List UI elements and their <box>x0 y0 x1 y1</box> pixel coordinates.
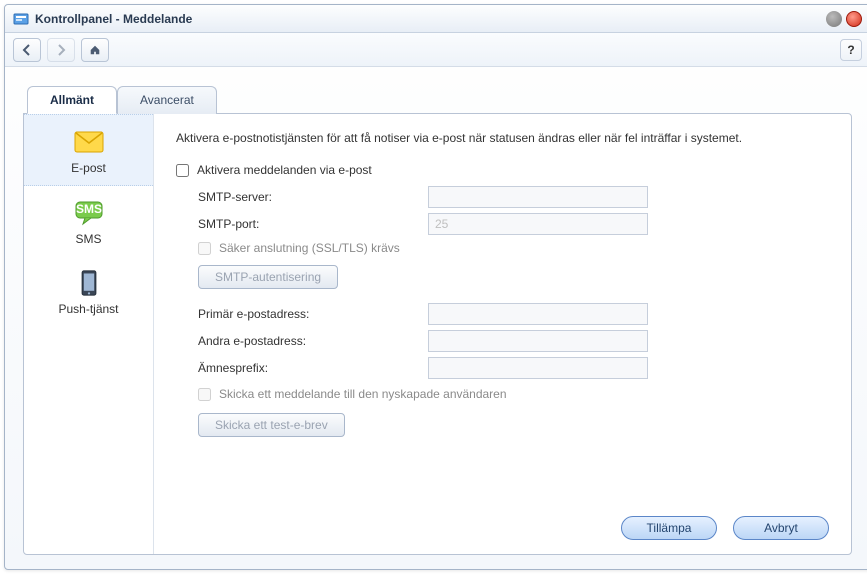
primary-email-input[interactable] <box>428 303 648 325</box>
subject-prefix-label: Ämnesprefix: <box>198 361 428 375</box>
toolbar: ? <box>5 33 867 67</box>
forward-button[interactable] <box>47 38 75 62</box>
panel: E-post SMS SMS <box>23 113 852 555</box>
minimize-button[interactable] <box>826 11 842 27</box>
close-button[interactable] <box>846 11 862 27</box>
tab-general[interactable]: Allmänt <box>27 86 117 114</box>
titlebar: Kontrollpanel - Meddelande <box>5 5 867 33</box>
sidebar-label-sms: SMS <box>75 232 101 246</box>
secondary-email-input[interactable] <box>428 330 648 352</box>
primary-email-label: Primär e-postadress: <box>198 307 428 321</box>
arrow-right-icon <box>55 44 67 56</box>
content-area: Allmänt Avancerat E-post <box>5 67 867 569</box>
secondary-email-label: Andra e-postadress: <box>198 334 428 348</box>
sms-icon: SMS <box>73 200 105 226</box>
window: Kontrollpanel - Meddelande ? Allmänt Ava… <box>4 4 867 570</box>
tab-advanced[interactable]: Avancerat <box>117 86 217 114</box>
sidebar-item-push[interactable]: Push-tjänst <box>24 256 153 326</box>
cancel-button[interactable]: Avbryt <box>733 516 829 540</box>
control-panel-icon <box>13 11 29 27</box>
sidebar-label-push: Push-tjänst <box>58 302 118 316</box>
send-new-user-label: Skicka ett meddelande till den nyskapade… <box>219 387 507 401</box>
window-title: Kontrollpanel - Meddelande <box>35 12 192 26</box>
test-mail-button[interactable]: Skicka ett test-e-brev <box>198 413 345 437</box>
sidebar-item-sms[interactable]: SMS SMS <box>24 186 153 256</box>
svg-text:SMS: SMS <box>75 202 101 216</box>
smtp-server-label: SMTP-server: <box>198 190 428 204</box>
sidebar: E-post SMS SMS <box>24 114 154 554</box>
main-pane: Aktivera e-postnotistjänsten för att få … <box>154 114 851 554</box>
tab-bar: Allmänt Avancerat <box>27 85 852 113</box>
subject-prefix-input[interactable] <box>428 357 648 379</box>
arrow-left-icon <box>21 44 33 56</box>
enable-email-checkbox[interactable] <box>176 164 189 177</box>
help-button[interactable]: ? <box>840 39 862 61</box>
apply-button[interactable]: Tillämpa <box>621 516 717 540</box>
intro-text: Aktivera e-postnotistjänsten för att få … <box>176 130 829 147</box>
footer: Tillämpa Avbryt <box>176 506 829 540</box>
home-button[interactable] <box>81 38 109 62</box>
sidebar-label-email: E-post <box>71 161 106 175</box>
enable-email-label: Aktivera meddelanden via e-post <box>197 163 372 177</box>
help-icon: ? <box>847 43 854 57</box>
smtp-port-label: SMTP-port: <box>198 217 428 231</box>
smtp-port-input[interactable] <box>428 213 648 235</box>
sidebar-item-email[interactable]: E-post <box>24 114 153 186</box>
mail-icon <box>73 129 105 155</box>
phone-icon <box>73 270 105 296</box>
enable-email-row: Aktivera meddelanden via e-post <box>176 163 829 177</box>
home-icon <box>89 44 101 56</box>
back-button[interactable] <box>13 38 41 62</box>
ssl-label: Säker anslutning (SSL/TLS) krävs <box>219 241 400 255</box>
smtp-auth-button[interactable]: SMTP-autentisering <box>198 265 338 289</box>
smtp-server-input[interactable] <box>428 186 648 208</box>
send-new-user-checkbox[interactable] <box>198 388 211 401</box>
ssl-checkbox[interactable] <box>198 242 211 255</box>
